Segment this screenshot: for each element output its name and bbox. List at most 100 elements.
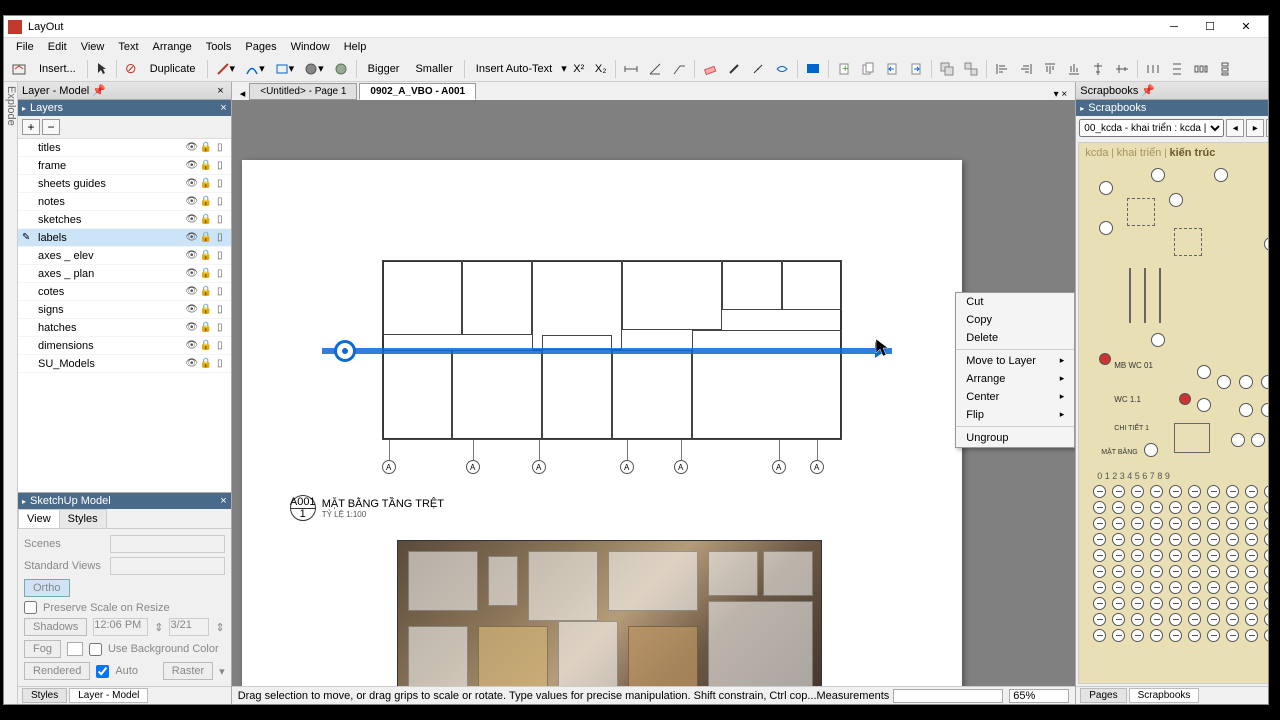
scrapbook-dropdown[interactable]: 00_kcda - khai triển : kcda |: [1079, 119, 1224, 137]
menu-text[interactable]: Text: [112, 39, 144, 55]
lock-icon[interactable]: 🔒: [199, 304, 213, 315]
maximize-button[interactable]: ☐: [1192, 17, 1228, 37]
visibility-icon[interactable]: 👁: [185, 196, 199, 207]
usebg-checkbox[interactable]: [89, 643, 102, 656]
visibility-icon[interactable]: 👁: [185, 322, 199, 333]
visibility-icon[interactable]: 👁: [185, 250, 199, 261]
visibility-icon[interactable]: 👁: [185, 160, 199, 171]
ungroup-icon[interactable]: [960, 59, 982, 79]
ctx-ungroup[interactable]: Ungroup: [956, 429, 1074, 447]
canvas[interactable]: A0011 MẶT BẰNG TẦNG TRỆTTỶ LỆ 1:100: [232, 100, 1076, 686]
dup-page-icon[interactable]: [857, 59, 879, 79]
visibility-icon[interactable]: 👁: [185, 232, 199, 243]
close-button[interactable]: ✕: [1228, 17, 1264, 37]
menu-window[interactable]: Window: [285, 39, 336, 55]
minimize-button[interactable]: ─: [1156, 17, 1192, 37]
tab-close-icon[interactable]: ▾ ×: [1050, 89, 1072, 100]
ctx-arrange[interactable]: Arrange▸: [956, 370, 1074, 388]
bigger-button[interactable]: Bigger: [361, 59, 407, 79]
section-handle-left[interactable]: [334, 340, 356, 362]
scrapbook-body[interactable]: kcda | khai triển | kiến trúc MB WC 01 W…: [1078, 142, 1268, 684]
arc-tool-icon[interactable]: ▾: [241, 59, 269, 79]
present-icon[interactable]: [802, 59, 824, 79]
layer-row[interactable]: ✎cotes👁🔒▯: [18, 283, 231, 301]
doc-tab-untitled[interactable]: <Untitled> - Page 1: [249, 83, 357, 100]
align-vcenter-icon[interactable]: [1087, 59, 1109, 79]
section-line[interactable]: [322, 348, 892, 354]
align-left-icon[interactable]: [991, 59, 1013, 79]
zoom-field[interactable]: 65%: [1009, 689, 1069, 703]
lock-icon[interactable]: 🔒: [199, 196, 213, 207]
lock-icon[interactable]: 🔒: [199, 178, 213, 189]
ctx-center[interactable]: Center▸: [956, 388, 1074, 406]
time-field[interactable]: 12:06 PM: [93, 618, 148, 636]
layer-row[interactable]: ✎dimensions👁🔒▯: [18, 337, 231, 355]
next-page-icon[interactable]: [905, 59, 927, 79]
distribute-v-icon[interactable]: [1166, 59, 1188, 79]
ctx-cut[interactable]: Cut: [956, 293, 1074, 311]
lock-icon[interactable]: 🔒: [199, 250, 213, 261]
pin-icon[interactable]: 📌: [1138, 84, 1158, 97]
preserve-checkbox[interactable]: [24, 601, 37, 614]
circle-tool-icon[interactable]: ▾: [300, 59, 328, 79]
menu-arrange[interactable]: Arrange: [147, 39, 198, 55]
remove-layer-button[interactable]: −: [42, 119, 60, 135]
ctx-flip[interactable]: Flip▸: [956, 406, 1074, 424]
menu-pages[interactable]: Pages: [239, 39, 282, 55]
page-icon[interactable]: ▯: [213, 322, 227, 333]
meas-field[interactable]: [893, 689, 1003, 703]
align-bottom-icon[interactable]: [1063, 59, 1085, 79]
superscript-icon[interactable]: X²: [569, 59, 589, 79]
shadows-button[interactable]: Shadows: [24, 618, 87, 636]
tab-prev-icon[interactable]: ◂: [236, 87, 250, 100]
align-right-icon[interactable]: [1015, 59, 1037, 79]
add-page-icon[interactable]: +: [833, 59, 855, 79]
btab-styles[interactable]: Styles: [22, 688, 67, 703]
layer-row[interactable]: ✎SU_Models👁🔒▯: [18, 355, 231, 373]
duplicate-button[interactable]: Duplicate: [143, 59, 203, 79]
page-icon[interactable]: ▯: [213, 358, 227, 369]
panel-header-layers[interactable]: Layer - Model 📌 ×: [18, 82, 231, 100]
page-icon[interactable]: ▯: [213, 232, 227, 243]
layer-row[interactable]: ✎titles👁🔒▯: [18, 139, 231, 157]
sketchup-subhead[interactable]: ▸SketchUp Model×: [18, 493, 231, 509]
doc-tab-active[interactable]: 0902_A_VBO - A001: [359, 83, 476, 100]
page-icon[interactable]: ▯: [213, 250, 227, 261]
ortho-button[interactable]: Ortho: [24, 579, 70, 597]
menu-tools[interactable]: Tools: [200, 39, 238, 55]
space-h-icon[interactable]: [1190, 59, 1212, 79]
split-tool-icon[interactable]: [747, 59, 769, 79]
scrap-next-icon[interactable]: ▸: [1246, 119, 1264, 137]
btab-layermodel[interactable]: Layer - Model: [69, 688, 148, 703]
insert-button[interactable]: Insert...: [32, 59, 83, 79]
dimension-h-icon[interactable]: [620, 59, 642, 79]
line-tool-icon[interactable]: ▾: [212, 59, 240, 79]
page-icon[interactable]: ▯: [213, 268, 227, 279]
page-icon[interactable]: ▯: [213, 142, 227, 153]
join-tool-icon[interactable]: [771, 59, 793, 79]
raster-button[interactable]: Raster: [163, 662, 213, 680]
select-tool-icon[interactable]: [92, 59, 112, 79]
page-icon[interactable]: ▯: [213, 196, 227, 207]
polygon-tool-icon[interactable]: [330, 59, 352, 79]
scrap-prev-icon[interactable]: ◂: [1226, 119, 1244, 137]
pin-icon[interactable]: 📌: [89, 84, 109, 97]
page-icon[interactable]: ▯: [213, 160, 227, 171]
lock-icon[interactable]: 🔒: [199, 358, 213, 369]
ctx-move[interactable]: Move to Layer▸: [956, 352, 1074, 370]
page-icon[interactable]: ▯: [213, 304, 227, 315]
autotext-button[interactable]: Insert Auto-Text: [469, 59, 559, 79]
btab-scrapbooks[interactable]: Scrapbooks: [1129, 688, 1200, 703]
insert-icon[interactable]: [8, 59, 30, 79]
layer-row[interactable]: ✎axes _ elev👁🔒▯: [18, 247, 231, 265]
delete-icon[interactable]: ⊘: [121, 59, 141, 79]
layer-row[interactable]: ✎labels👁🔒▯: [18, 229, 231, 247]
tab-view[interactable]: View: [18, 509, 60, 528]
add-layer-button[interactable]: +: [22, 119, 40, 135]
page-icon[interactable]: ▯: [213, 286, 227, 297]
visibility-icon[interactable]: 👁: [185, 268, 199, 279]
layer-list[interactable]: ✎titles👁🔒▯✎frame👁🔒▯✎sheets guides👁🔒▯✎not…: [18, 139, 231, 492]
dimension-ang-icon[interactable]: [644, 59, 666, 79]
label-tool-icon[interactable]: [668, 59, 690, 79]
layer-row[interactable]: ✎axes _ plan👁🔒▯: [18, 265, 231, 283]
